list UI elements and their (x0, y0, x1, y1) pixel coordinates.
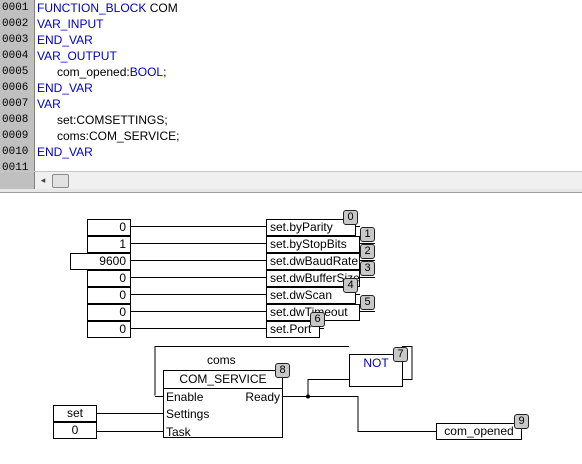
fb-input-settings: Settings (166, 407, 210, 421)
network-badge: 6 (310, 312, 325, 327)
fb-output-ready: Ready (245, 390, 280, 404)
horizontal-scrollbar[interactable]: ◂ (0, 171, 582, 190)
input-constant[interactable]: 0 (87, 219, 131, 236)
network-badge: 5 (360, 295, 375, 310)
line-number: 0004 (0, 48, 35, 64)
fb-name: COM (149, 1, 178, 15)
var-name: com_opened: (57, 65, 130, 79)
code-line-9[interactable]: coms:COM_SERVICE; (37, 128, 179, 144)
network-badge: 9 (514, 414, 529, 429)
fb-input-enable: Enable (166, 390, 204, 404)
code-line-4[interactable]: VAR_OUTPUT (37, 48, 117, 64)
settings-input-box[interactable]: set (53, 405, 97, 422)
network-badge: 7 (393, 347, 408, 362)
function-block-com-service[interactable]: COM_SERVICE Enable Settings Task Ready (163, 370, 283, 439)
scrollbar-thumb[interactable] (52, 174, 69, 188)
code-line-7[interactable]: VAR (37, 96, 61, 112)
input-constant[interactable]: 1 (87, 236, 131, 253)
line-number: 0005 (0, 64, 35, 80)
scroll-left-arrow-icon[interactable]: ◂ (36, 172, 50, 189)
assignment-target[interactable]: set.dwBaudRate (266, 253, 360, 270)
network-badge: 0 (343, 210, 358, 225)
fb-input-task: Task (166, 425, 191, 439)
semicolon: ; (163, 65, 167, 79)
network-badge: 3 (360, 261, 375, 276)
code-line-8[interactable]: set:COMSETTINGS; (37, 112, 168, 128)
code-line-6[interactable]: END_VAR (37, 80, 93, 96)
code-line-3[interactable]: END_VAR (37, 32, 93, 48)
line-number: 0009 (0, 128, 35, 144)
task-input-box[interactable]: 0 (53, 422, 97, 439)
keyword: FUNCTION_BLOCK (37, 1, 147, 15)
fb-type-name: COM_SERVICE (164, 371, 282, 389)
input-constant[interactable]: 0 (87, 287, 131, 304)
line-number: 0010 (0, 144, 35, 160)
line-number: 0003 (0, 32, 35, 48)
input-constant[interactable]: 0 (87, 321, 131, 338)
line-number: 0002 (0, 16, 35, 32)
declaration-editor[interactable]: 0001 0002 0003 0004 0005 0006 0007 0008 … (0, 0, 582, 172)
line-number: 0006 (0, 80, 35, 96)
assignment-target[interactable]: set.byStopBits (266, 236, 360, 253)
line-number: 0008 (0, 112, 35, 128)
code-line-2[interactable]: VAR_INPUT (37, 16, 103, 32)
code-line-5[interactable]: com_opened:BOOL; (37, 64, 166, 80)
line-number: 0007 (0, 96, 35, 112)
input-constant[interactable]: 0 (87, 304, 131, 321)
fb-instance-name: coms (207, 353, 236, 367)
code-line-10[interactable]: END_VAR (37, 144, 93, 160)
output-variable-box[interactable]: com_opened (436, 423, 522, 440)
scrollbar-gutter (0, 172, 35, 189)
line-number: 0001 (0, 0, 35, 16)
var-type: BOOL (129, 65, 164, 79)
network-badge: 1 (360, 227, 375, 242)
input-constant[interactable]: 9600 (70, 253, 131, 270)
input-constant[interactable]: 0 (87, 270, 131, 287)
network-badge: 4 (343, 278, 358, 293)
fbd-editor[interactable]: 0 1 9600 0 0 0 0 set.byParity set.byStop… (0, 193, 582, 464)
code-line-1[interactable]: FUNCTION_BLOCK COM (37, 0, 178, 16)
network-badge: 2 (360, 244, 375, 259)
network-badge: 8 (275, 363, 290, 378)
